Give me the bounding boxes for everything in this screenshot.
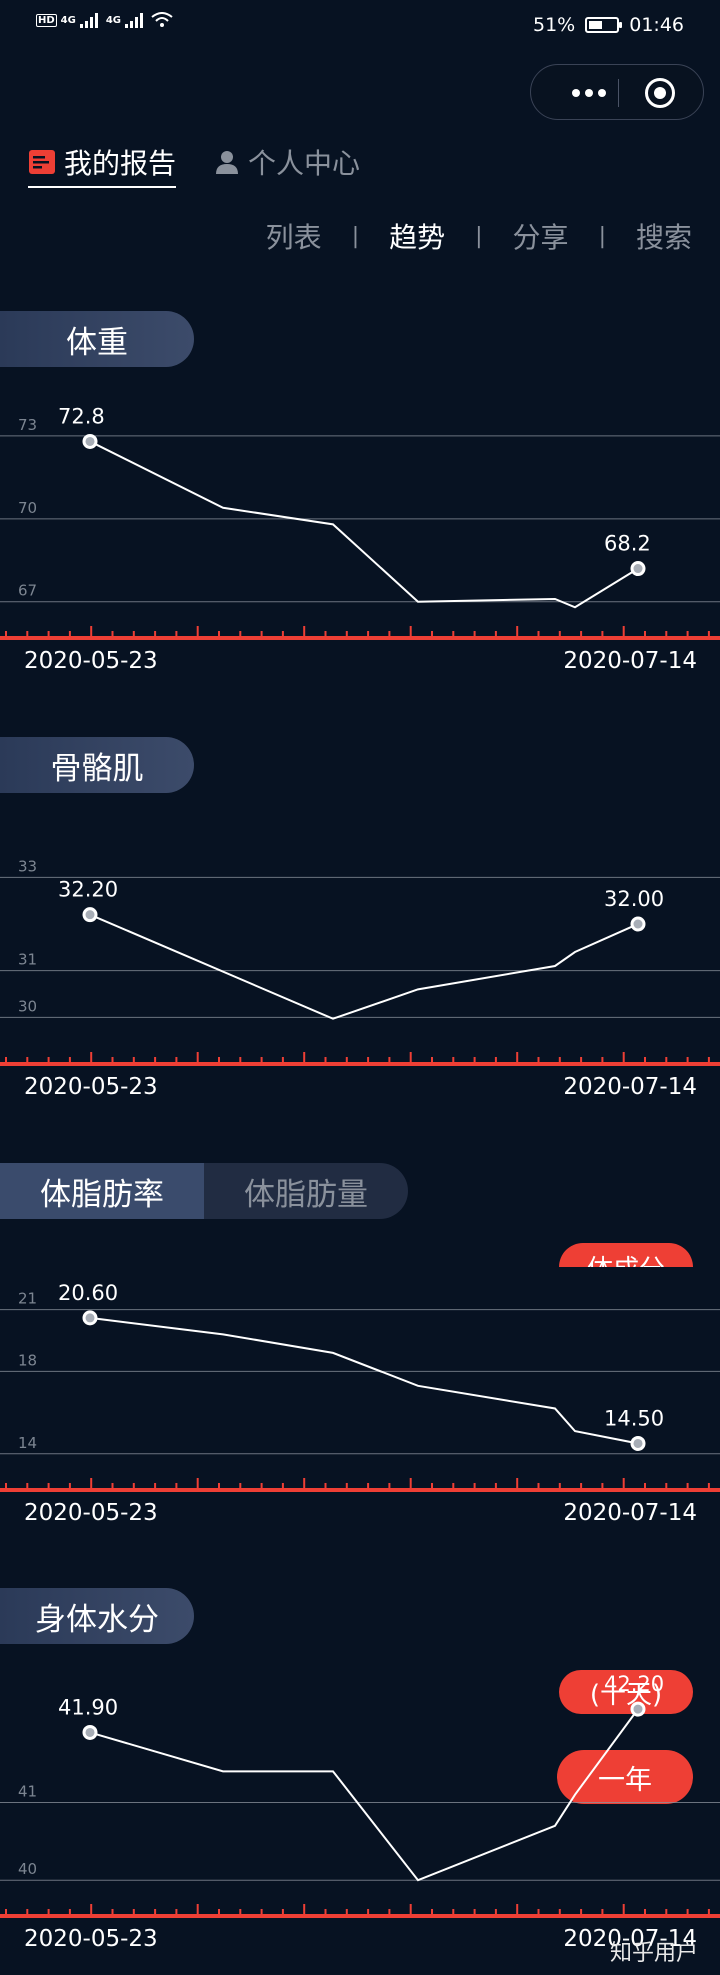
last-value-label: 42.20 [604,1672,664,1696]
section-title: 身体水分 [35,1601,159,1638]
sub-nav: 列表 | 趋势 | 分享 | 搜索 [264,216,694,256]
subnav-list[interactable]: 列表 [264,216,324,256]
tab-personal-center[interactable]: 个人中心 [214,140,360,184]
report-icon [29,150,55,174]
first-point-dot [85,436,95,446]
tab-my-report-label: 我的报告 [64,147,177,180]
status-bar: HD 4G 4G 51% 01:46 [0,0,720,50]
person-icon [216,151,238,174]
last-point-dot [633,1438,643,1448]
mini-program-capsule [530,64,704,120]
section-header-fat: 体脂肪率 体脂肪量 [0,1163,408,1219]
section-header-muscle: 骨骼肌 [0,737,194,793]
last-point-dot [633,919,643,929]
target-circle-icon[interactable] [645,78,675,108]
status-left: HD 4G 4G [36,12,173,28]
subnav-divider: | [598,223,606,249]
subnav-trend[interactable]: 趋势 [387,216,447,256]
clock: 01:46 [629,14,684,36]
capsule-separator [618,79,619,107]
y-tick-label: 21 [18,1290,37,1308]
y-tick-label: 73 [18,416,37,434]
hd-tag: HD [36,13,57,27]
tab-fat-mass-label: 体脂肪量 [244,1176,368,1213]
x-end-label: 2020-07-14 [563,1074,697,1100]
section-header-weight: 体重 [0,311,194,367]
first-value-label: 20.60 [58,1281,118,1305]
water-chart: 41402020-05-23 2020-07-1441.9042.20 [0,1672,720,1952]
first-value-label: 32.20 [58,878,118,902]
subnav-divider: | [351,223,360,249]
data-line [89,1316,639,1445]
tab-fat-rate-label: 体脂肪率 [40,1176,164,1213]
first-point-dot [85,1727,95,1737]
y-tick-label: 14 [18,1434,37,1452]
x-end-label: 2020-07-14 [563,1500,697,1526]
watermark: 知乎用户 [609,1941,698,1966]
status-right: 51% 01:46 [533,14,684,36]
x-start-label: 2020-05-23 [24,648,158,674]
subnav-divider: | [475,223,483,249]
battery-icon [585,17,623,33]
tab-fat-mass[interactable]: 体脂肪量 [204,1163,408,1219]
network-tag-2: 4G [105,14,122,26]
section-header-water: 身体水分 [0,1588,194,1644]
subnav-search[interactable]: 搜索 [634,216,694,256]
first-value-label: 41.90 [58,1695,118,1719]
tab-my-report[interactable]: 我的报告 [28,140,177,188]
y-tick-label: 70 [18,499,37,517]
last-point-dot [633,564,643,574]
fat-rate-chart: 21 18 14 2020-05-23 2020-07-14 20.60 14.50 [0,1281,720,1526]
y-tick-label: 67 [18,582,37,600]
section-title: 骨骼肌 [50,750,144,787]
network-tag-1: 4G [60,14,76,26]
data-line [89,1708,639,1882]
more-dots-icon[interactable] [559,65,619,121]
wifi-icon [151,12,173,27]
data-line [89,440,639,609]
last-value-label: 32.00 [604,887,664,911]
section-title: 体重 [66,324,128,361]
x-end-label: 2020-07-14 [563,648,697,674]
y-tick-label: 41 [18,1782,37,1800]
y-tick-label: 33 [18,857,37,875]
muscle-chart: 33 31 30 2020-05-23 2020-07-14 32.20 32.00 [0,857,720,1100]
first-point-dot [85,910,95,920]
data-line [89,913,639,1020]
first-point-dot [85,1313,95,1323]
tab-personal-center-label: 个人中心 [248,147,361,180]
first-value-label: 72.8 [58,404,105,428]
y-tick-label: 40 [18,1860,37,1878]
x-start-label: 2020-05-23 [24,1500,158,1526]
last-value-label: 14.50 [604,1406,664,1430]
x-start-label: 2020-05-23 [24,1926,158,1952]
weight-chart: 73 70 67 2020-05-23 2020-07-14 72.8 68.2 [0,404,720,674]
signal-icon-2 [125,13,144,28]
battery-percent: 51% [533,14,576,36]
subnav-share[interactable]: 分享 [511,216,571,256]
last-value-label: 68.2 [604,532,651,556]
x-start-label: 2020-05-23 [24,1074,158,1100]
signal-icon [79,13,98,28]
y-tick-label: 18 [18,1351,37,1369]
y-tick-label: 30 [18,997,37,1015]
y-tick-label: 31 [18,951,37,969]
tab-fat-rate[interactable]: 体脂肪率 [0,1163,204,1219]
last-point-dot [633,1704,643,1714]
